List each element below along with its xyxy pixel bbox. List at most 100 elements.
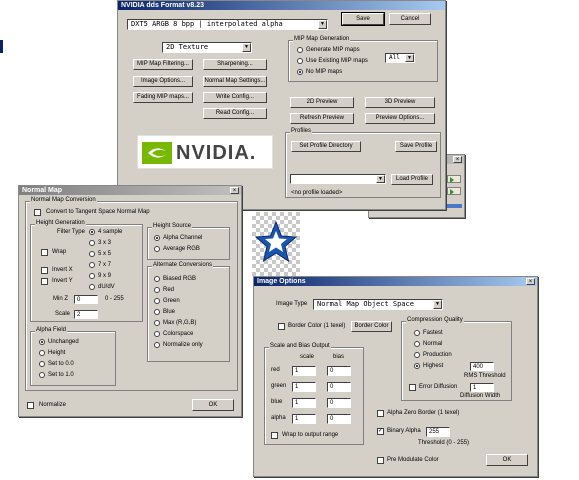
radio-filter-4sample[interactable] [89, 229, 95, 235]
radio-production[interactable] [414, 352, 420, 358]
min-z-range: 0 - 255 [105, 296, 124, 302]
chevron-down-icon[interactable]: ▼ [433, 300, 442, 309]
radio-unchanged[interactable] [39, 339, 45, 345]
threshold-input[interactable]: 255 [426, 427, 450, 437]
alpha-field-label: Alpha Field [35, 327, 68, 333]
wrap-checkbox[interactable] [41, 249, 48, 256]
mip-count-select[interactable]: All ▼ [385, 53, 415, 63]
cancel-button[interactable]: Cancel [389, 13, 431, 25]
bias-input-blue[interactable]: 0 [327, 398, 351, 408]
binary-alpha-checkbox[interactable]: ✓ [377, 428, 384, 435]
border-color-button[interactable]: Border Color [351, 321, 392, 332]
2d-preview-button[interactable]: 2D Preview [290, 97, 354, 108]
radio-use-existing-mip[interactable] [297, 58, 303, 64]
invert-y-checkbox[interactable] [41, 278, 48, 285]
pre-modulate-checkbox[interactable] [377, 457, 384, 464]
chevron-down-icon[interactable]: ▼ [318, 20, 327, 29]
read-config-button[interactable]: Read Config... [203, 108, 267, 119]
mip-generation-group: MIP Map Generation Generate MIP maps Use… [288, 36, 438, 82]
sharpening-button[interactable]: Sharpening... [203, 59, 267, 70]
error-diffusion-label: Error Diffusion [419, 384, 458, 390]
refresh-preview-button[interactable]: Refresh Preview [290, 113, 354, 124]
load-profile-button[interactable]: Load Profile [391, 174, 433, 185]
bias-input-red[interactable]: 0 [327, 366, 351, 376]
radio-highest[interactable] [414, 363, 420, 369]
radio-no-mip[interactable] [297, 69, 303, 75]
bias-input-alpha[interactable]: 0 [327, 414, 351, 424]
image-options-window: Image Options × Image Type Normal Map Ob… [253, 276, 538, 477]
radio-alpha-channel[interactable] [154, 235, 160, 241]
convert-tangent-checkbox[interactable] [34, 209, 41, 216]
use-existing-mip-label: Use Existing MIP maps [306, 58, 368, 64]
height-source-label: Height Source [152, 223, 193, 229]
radio-filter-dudv[interactable] [89, 284, 95, 290]
radio-biased-rgb[interactable] [154, 276, 160, 282]
scale-input-blue[interactable]: 1 [292, 398, 316, 408]
texture-type-select[interactable]: 2D Texture ▼ [162, 42, 252, 53]
radio-colorspace[interactable] [154, 331, 160, 337]
image-type-label: Image Type [276, 301, 308, 307]
scale-input-alpha[interactable]: 1 [292, 414, 316, 424]
radio-filter-5x5[interactable] [89, 251, 95, 257]
row-label: alpha [271, 415, 286, 421]
wrap-output-checkbox[interactable] [271, 432, 278, 439]
save-profile-button[interactable]: Save Profile [395, 141, 437, 152]
radio-red[interactable] [154, 287, 160, 293]
mip-filtering-button[interactable]: MIP Map Filtering... [133, 59, 193, 70]
close-icon[interactable]: × [453, 156, 462, 163]
chevron-down-icon[interactable]: ▼ [405, 54, 414, 62]
list-item[interactable] [447, 175, 461, 183]
chevron-down-icon[interactable]: ▼ [376, 175, 385, 183]
profile-select[interactable]: ▼ [290, 174, 386, 184]
list-item[interactable] [447, 187, 461, 195]
normalize-checkbox[interactable] [27, 402, 34, 409]
colorspace-label: Colorspace [163, 331, 194, 337]
rms-threshold-input[interactable]: 400 [470, 362, 494, 371]
radio-normalize-only[interactable] [154, 342, 160, 348]
radio-green[interactable] [154, 298, 160, 304]
radio-filter-9x9[interactable] [89, 273, 95, 279]
3d-preview-button[interactable]: 3D Preview [365, 97, 435, 108]
radio-fastest[interactable] [414, 330, 420, 336]
format-select[interactable]: DXT5 ARGB 8 bpp | interpolated alpha ▼ [127, 19, 328, 30]
save-button[interactable]: Save [341, 12, 385, 26]
alpha-zero-border-checkbox[interactable] [377, 410, 384, 417]
image-options-button[interactable]: Image Options... [133, 76, 193, 87]
radio-blue[interactable] [154, 309, 160, 315]
radio-average-rgb[interactable] [154, 246, 160, 252]
normal-map-ok-button[interactable]: OK [192, 399, 234, 411]
min-z-label: Min Z [53, 296, 68, 302]
radio-normal[interactable] [414, 341, 420, 347]
alpha-zero-border-label: Alpha Zero Border (1 texel) [387, 410, 460, 416]
invert-x-checkbox[interactable] [41, 267, 48, 274]
error-diffusion-checkbox[interactable] [409, 384, 416, 391]
radio-filter-3x3[interactable] [89, 240, 95, 246]
scale-input-green[interactable]: 1 [292, 382, 316, 392]
scale-input-red[interactable]: 1 [292, 366, 316, 376]
border-color-checkbox[interactable] [278, 323, 285, 330]
normal-map-settings-button[interactable]: Normal Map Settings... [203, 76, 267, 87]
chevron-down-icon[interactable]: ▼ [242, 43, 251, 52]
radio-set-1[interactable] [39, 372, 45, 378]
image-options-ok-button[interactable]: OK [486, 454, 528, 466]
close-icon[interactable]: × [230, 187, 239, 194]
close-icon[interactable]: × [526, 278, 535, 285]
diffusion-width-input[interactable]: 1 [470, 383, 494, 392]
invert-y-label: Invert Y [52, 278, 73, 284]
filter-3x3-label: 3 x 3 [98, 240, 112, 246]
fading-mip-maps-button[interactable]: Fading MIP maps... [133, 92, 193, 103]
normalize-only-label: Normalize only [163, 342, 203, 348]
write-config-button[interactable]: Write Config... [203, 92, 267, 103]
set-profile-directory-button[interactable]: Set Profile Directory [291, 141, 361, 152]
radio-set-0[interactable] [39, 361, 45, 367]
bias-input-green[interactable]: 0 [327, 382, 351, 392]
preview-options-button[interactable]: Preview Options... [365, 113, 435, 124]
scale-input[interactable]: 2 [74, 310, 98, 319]
radio-filter-7x7[interactable] [89, 262, 95, 268]
radio-max-rgb[interactable] [154, 320, 160, 326]
image-type-select[interactable]: Normal Map Object Space ▼ [313, 299, 443, 310]
radio-generate-mip[interactable] [297, 47, 303, 53]
min-z-input[interactable]: 0 [74, 295, 98, 304]
texture-preview [252, 212, 300, 276]
radio-height[interactable] [39, 350, 45, 356]
